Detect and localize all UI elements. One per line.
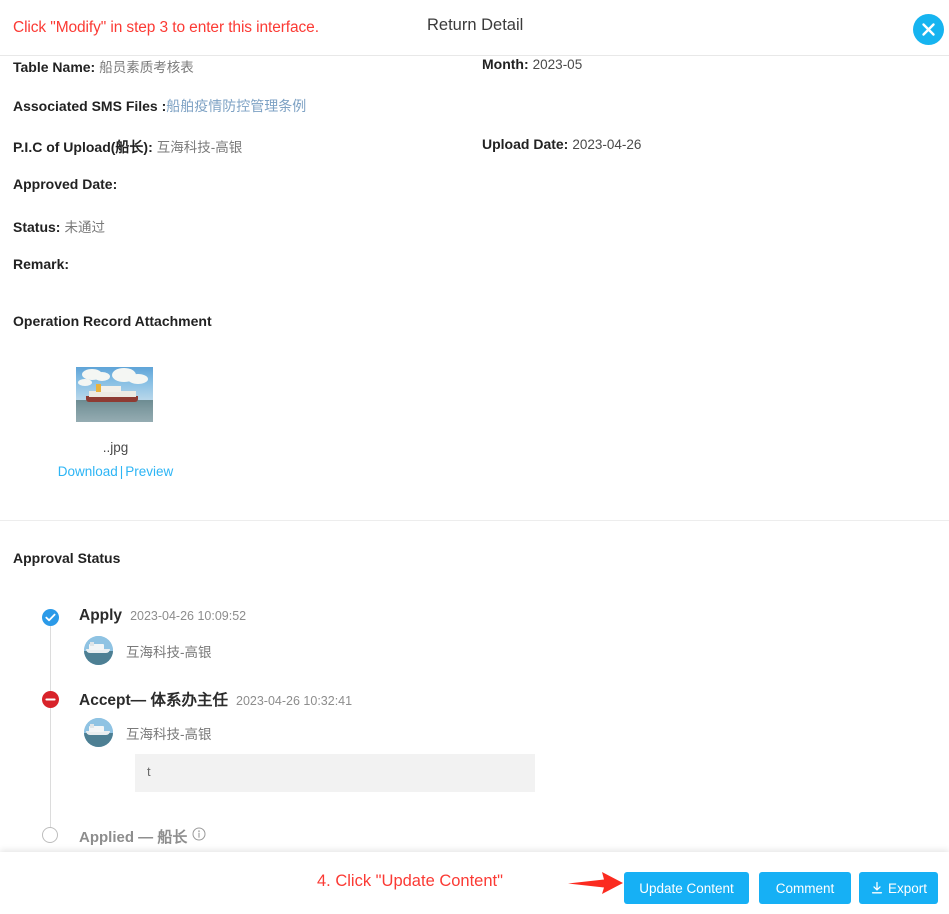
export-button-label: Export	[887, 880, 928, 896]
return-detail-modal: Click "Modify" in step 3 to enter this i…	[0, 0, 949, 914]
timeline-step-time: 2023-04-26 10:09:52	[130, 609, 247, 623]
action-separator: |	[119, 464, 124, 479]
attachment-actions: Download | Preview	[13, 464, 218, 479]
field-value: 船员素质考核表	[99, 60, 194, 75]
avatar	[84, 718, 113, 747]
download-icon	[870, 881, 884, 895]
field-label: Approved Date:	[13, 176, 118, 192]
minus-circle-icon	[42, 691, 59, 708]
timeline-comment-box[interactable]: t	[135, 754, 535, 792]
timeline-user-name: 互海科技-高银	[126, 726, 212, 742]
modal-header: Click "Modify" in step 3 to enter this i…	[0, 0, 949, 56]
field-status: Status: 未通过	[13, 216, 105, 236]
timeline-step-header: Accept— 体系办主任 2023-04-26 10:32:41	[79, 688, 352, 710]
approval-section-title: Approval Status	[13, 550, 121, 566]
timeline-step-header: Apply 2023-04-26 10:09:52	[79, 607, 246, 625]
sms-file-link[interactable]: 船舶疫情防控管理条例	[166, 98, 306, 114]
field-row-remark: Remark:	[0, 256, 949, 296]
timeline-step-user: 互海科技-高银	[84, 636, 212, 665]
timeline-step-name: Accept— 体系办主任	[79, 692, 228, 709]
modal-footer: 4. Click "Update Content" Update Content…	[0, 852, 949, 914]
timeline-step-name: Applied — 船长	[79, 829, 188, 846]
field-row-sms-files: Associated SMS Files :船舶疫情防控管理条例	[0, 96, 949, 136]
field-associated-sms-files: Associated SMS Files :船舶疫情防控管理条例	[13, 96, 306, 116]
field-value: 2023-04-26	[572, 137, 642, 152]
detail-fields: Table Name: 船员素质考核表 Month: 2023-05 Associa…	[0, 56, 949, 296]
timeline-step-time: 2023-04-26 10:32:41	[236, 694, 353, 708]
field-value: 互海科技-高银	[156, 140, 243, 155]
avatar	[84, 636, 113, 665]
timeline-user-name: 互海科技-高银	[126, 644, 212, 660]
cloud-icon	[128, 374, 148, 384]
empty-circle-icon	[42, 827, 58, 843]
field-label: Month:	[482, 56, 529, 72]
field-label: Associated SMS Files :	[13, 98, 167, 114]
field-label: Remark:	[13, 256, 70, 272]
field-row-approved-date: Approved Date:	[0, 176, 949, 216]
info-circle-icon[interactable]	[192, 827, 206, 846]
field-month: Month: 2023-05	[482, 56, 582, 72]
field-table-name: Table Name: 船员素质考核表	[13, 56, 194, 76]
cloud-icon	[94, 372, 110, 381]
ship-superstructure	[100, 386, 121, 392]
attachment-section-title: Operation Record Attachment	[13, 313, 212, 329]
field-label: Table Name:	[13, 59, 96, 75]
attachment-file-name: ..jpg	[102, 440, 129, 455]
close-icon[interactable]	[913, 14, 944, 45]
field-row-table-name: Table Name: 船员素质考核表 Month: 2023-05	[0, 56, 949, 96]
field-remark: Remark:	[13, 256, 73, 272]
avatar-ship-funnel	[90, 724, 94, 728]
field-label: Upload Date:	[482, 136, 569, 152]
field-value: 2023-05	[532, 57, 583, 72]
timeline-connector	[50, 618, 51, 840]
page-title: Return Detail	[427, 16, 524, 34]
update-content-button[interactable]: Update Content	[624, 872, 749, 904]
field-approved-date: Approved Date:	[13, 176, 121, 192]
check-circle-icon	[42, 609, 59, 626]
annotation-hint-bottom: 4. Click "Update Content"	[317, 872, 503, 890]
timeline-step-user: 互海科技-高银	[84, 718, 212, 747]
comment-button[interactable]: Comment	[759, 872, 851, 904]
thumbnail-sea	[76, 400, 153, 422]
avatar-ship-funnel	[90, 642, 94, 646]
field-row-pic-upload: P.I.C of Upload(船长): 互海科技-高银 Upload Date:…	[0, 136, 949, 176]
status-badge: 未通过	[64, 220, 105, 235]
annotation-hint-top: Click "Modify" in step 3 to enter this i…	[13, 19, 319, 36]
field-row-status: Status: 未通过	[0, 216, 949, 256]
download-link[interactable]: Download	[58, 464, 118, 479]
red-arrow-right-icon	[568, 869, 624, 902]
preview-link[interactable]: Preview	[125, 464, 173, 479]
cloud-icon	[78, 379, 92, 386]
field-pic-of-upload: P.I.C of Upload(船长): 互海科技-高银	[13, 136, 242, 157]
ship-funnel	[96, 384, 101, 392]
timeline-step-name: Apply	[79, 607, 123, 624]
export-button[interactable]: Export	[859, 872, 938, 904]
avatar-sea	[84, 651, 113, 665]
ship-photo-thumbnail[interactable]	[76, 367, 153, 422]
section-divider	[0, 520, 949, 521]
field-upload-date: Upload Date: 2023-04-26	[482, 136, 641, 152]
avatar-sea	[84, 733, 113, 747]
field-label: Status:	[13, 219, 61, 235]
field-label: P.I.C of Upload(船长):	[13, 139, 153, 155]
timeline-step-header: Applied — 船长	[79, 826, 206, 847]
